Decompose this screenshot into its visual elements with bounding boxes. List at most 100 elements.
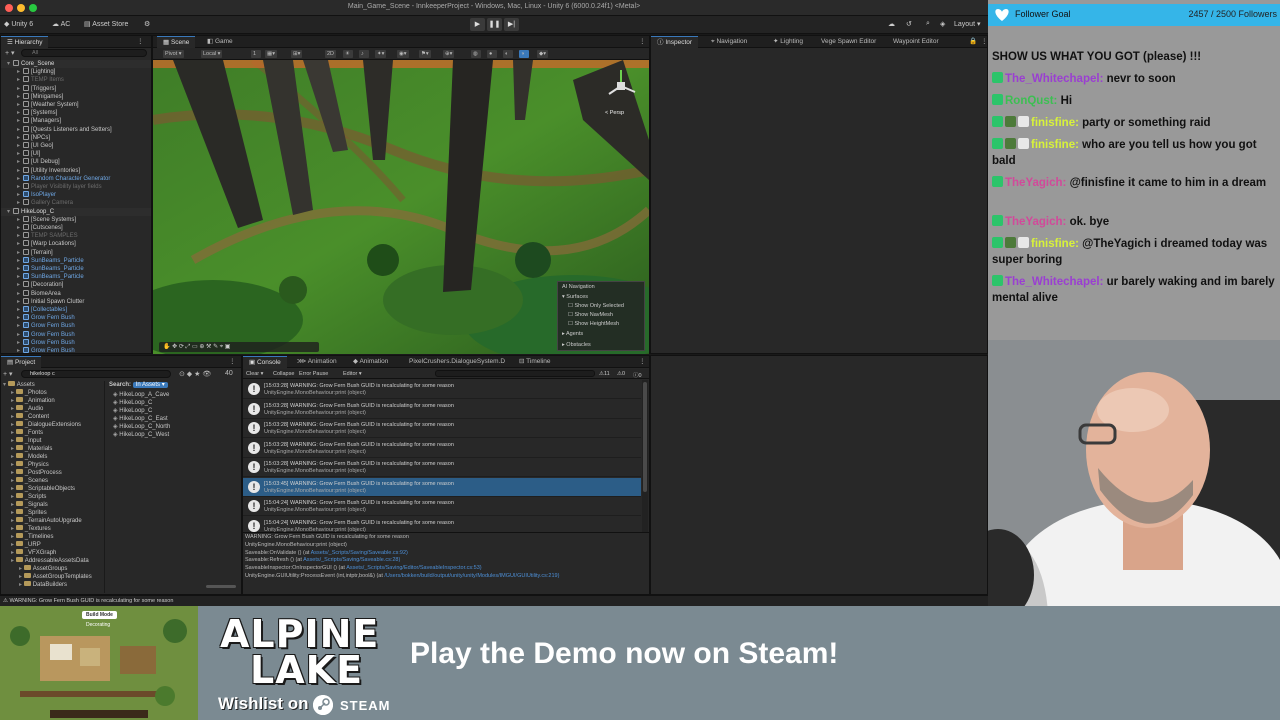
hierarchy-item[interactable]: ▸ TEMP Items — [1, 76, 151, 84]
project-folder[interactable]: ▸ _PostProcess — [3, 469, 101, 477]
collapse-button[interactable]: Collapse — [273, 371, 294, 377]
project-folder[interactable]: ▸ _Content — [3, 413, 101, 421]
hierarchy-item[interactable]: ▸ IsoPlayer — [1, 191, 151, 199]
stacktrace-link[interactable]: /Users/bokken/build/output/unity/unity/M… — [384, 573, 559, 579]
hierarchy-item[interactable]: ▸ Initial Spawn Clutter — [1, 297, 151, 306]
camera-settings-icon[interactable]: ⚑▾ — [419, 50, 431, 58]
hierarchy-item[interactable]: ▸ Grow Fern Bush — [1, 322, 151, 330]
ac-button[interactable]: ☁ AC — [52, 20, 70, 28]
expand-arrow-icon[interactable]: ▸ — [11, 406, 16, 412]
tab-vege-spawn-editor[interactable]: Vege Spawn Editor — [815, 36, 882, 48]
project-search-input[interactable] — [21, 370, 171, 378]
project-folder[interactable]: ▸ AssetGroupTemplates — [3, 573, 101, 581]
hierarchy-item[interactable]: ▸ [Utility Inventories] — [1, 166, 151, 175]
error-pause-button[interactable]: Error Pause — [299, 371, 328, 377]
zoom-slider[interactable] — [206, 585, 236, 588]
search-scope-button[interactable]: In Assets ▾ — [132, 382, 168, 388]
expand-arrow-icon[interactable]: ▸ — [11, 486, 16, 492]
info-count-toggle[interactable]: ⓘ0 — [633, 371, 642, 379]
snap-icon[interactable]: ⊞▾ — [291, 50, 303, 58]
project-folder[interactable]: ▸ _Input — [3, 437, 101, 445]
scene-gizmo[interactable] — [601, 66, 641, 106]
project-folder[interactable]: ▸ _Scripts — [3, 493, 101, 501]
hierarchy-search-input[interactable] — [21, 49, 147, 57]
expand-arrow-icon[interactable]: ▸ — [11, 478, 16, 484]
expand-arrow-icon[interactable]: ▸ — [11, 518, 16, 524]
draw-mode-icon[interactable]: ◆▾ — [537, 50, 548, 58]
hierarchy-item[interactable]: ▸ Grow Fern Bush — [1, 338, 151, 347]
tab-waypoint-editor[interactable]: Waypoint Editor — [887, 36, 945, 48]
hidden-toggle-icon[interactable]: ◉▾ — [397, 50, 409, 58]
hierarchy-item[interactable]: ▸ Grow Fern Bush — [1, 347, 151, 353]
expand-arrow-icon[interactable]: ▸ — [11, 422, 16, 428]
transform-tools-icon[interactable]: ✋ ✥ ⟳ ⤢ ▭ ⊕ ⚒ ✎ ⌖ ▣ — [163, 343, 230, 351]
hierarchy-item[interactable]: ▾ Core_Scene — [1, 60, 151, 68]
project-folder[interactable]: ▸ DataBuilders — [3, 581, 101, 589]
console-search-input[interactable] — [435, 370, 595, 377]
nav-show-only-selected[interactable]: ☐ Show Only Selected — [568, 303, 624, 309]
clear-button[interactable]: Clear ▾ — [246, 371, 263, 377]
filter-icons[interactable]: ⊙ ◆ ★ 👁 — [179, 370, 211, 378]
editor-dropdown[interactable]: Editor ▾ — [343, 371, 362, 377]
play-button[interactable]: ▶ — [470, 18, 485, 31]
hierarchy-item[interactable]: ▸ [Lighting] — [1, 68, 151, 76]
expand-arrow-icon[interactable]: ▸ — [11, 438, 16, 444]
grid-snap-button[interactable]: 1 — [251, 50, 261, 58]
expand-arrow-icon[interactable]: ▸ — [11, 430, 16, 436]
hierarchy-item[interactable]: ▸ TEMP SAMPLES — [1, 232, 151, 240]
expand-arrow-icon[interactable]: ▸ — [11, 558, 16, 564]
warning-count-toggle[interactable]: ⚠11 — [599, 371, 610, 377]
hierarchy-item[interactable]: ▸ [Systems] — [1, 109, 151, 117]
project-folder[interactable]: ▸ _Fonts — [3, 429, 101, 437]
hierarchy-item[interactable]: ▸ Random Character Generator — [1, 174, 151, 183]
shading-wire-icon[interactable]: ◍ — [471, 50, 481, 58]
expand-arrow-icon[interactable]: ▾ — [3, 382, 8, 388]
add-icon[interactable]: + ▾ — [5, 49, 15, 57]
stacktrace-link[interactable]: Assets/_Scripts/Saving/Saveable.cs:28) — [303, 557, 400, 563]
settings-gear-icon[interactable]: ⚙ — [144, 20, 150, 28]
hierarchy-item[interactable]: ▸ Grow Fern Bush — [1, 314, 151, 322]
project-folder[interactable]: ▸ _Timelines — [3, 533, 101, 541]
panel-menu-icon[interactable]: ⋮ — [131, 36, 150, 48]
effects-toggle-icon[interactable]: ✦▾ — [375, 50, 387, 58]
hierarchy-item[interactable]: ▸ [Terrain] — [1, 248, 151, 257]
tab-navigation[interactable]: ⌖ Navigation — [705, 36, 753, 48]
console-log-row[interactable]: ! [15:03:28] WARNING: Grow Fern Bush GUID… — [243, 380, 641, 399]
nav-agents-toggle[interactable]: ▸ Agents — [562, 331, 583, 337]
unity-account-button[interactable]: ◆ Unity 6 — [4, 20, 33, 28]
step-button[interactable]: ▶| — [504, 18, 519, 31]
tab-inspector[interactable]: ⓘ Inspector — [651, 36, 699, 48]
scrollbar-thumb[interactable] — [643, 382, 647, 492]
shading-lit-icon[interactable]: ◑ — [519, 50, 529, 58]
console-log-row[interactable]: ! [15:03:28] WARNING: Grow Fern Bush GUID… — [243, 419, 641, 438]
project-result-item[interactable]: ◈ HikeLoop_C — [113, 407, 238, 415]
hierarchy-item[interactable]: ▸ [Decoration] — [1, 281, 151, 289]
layers-icon[interactable]: ◈ — [940, 20, 945, 28]
hierarchy-item[interactable]: ▸ [UI Geo] — [1, 142, 151, 150]
hierarchy-item[interactable]: ▸ [Managers] — [1, 117, 151, 125]
tab-dialogue-system[interactable]: PixelCrushers.DialogueSystem.D — [403, 356, 511, 368]
project-folder[interactable]: ▸ _Audio — [3, 405, 101, 413]
project-folder[interactable]: ▸ _Scenes — [3, 477, 101, 485]
search-icon[interactable]: ⌕ — [926, 20, 930, 28]
project-result-item[interactable]: ◈ HikeLoop_A_Cave — [113, 391, 238, 399]
nav-show-heightmesh[interactable]: ☐ Show HeightMesh — [568, 321, 619, 327]
project-folder[interactable]: ▸ AddressableAssetsData — [3, 557, 101, 565]
project-folder[interactable]: ▸ _URP — [3, 541, 101, 549]
hierarchy-item[interactable]: ▸ Gallery Camera — [1, 199, 151, 207]
expand-arrow-icon[interactable]: ▸ — [11, 414, 16, 420]
expand-arrow-icon[interactable]: ▸ — [11, 510, 16, 516]
shading-shaded-icon[interactable]: ◐ — [503, 50, 513, 58]
nav-surfaces-toggle[interactable]: ▾ Surfaces — [562, 294, 588, 300]
expand-arrow-icon[interactable]: ▸ — [11, 446, 16, 452]
project-folder[interactable]: ▸ _Signals — [3, 501, 101, 509]
add-icon[interactable]: + ▾ — [3, 370, 13, 378]
hierarchy-item[interactable]: ▸ [UI] — [1, 150, 151, 158]
stacktrace-link[interactable]: Assets/_Scripts/Saving/Editor/SaveableIn… — [346, 565, 481, 571]
expand-arrow-icon[interactable]: ▸ — [19, 566, 24, 572]
scene-viewport[interactable]: < Persp AI Navigation ▾ Surfaces ☐ Show … — [153, 60, 649, 354]
console-log-row[interactable]: ! [15:03:45] WARNING: Grow Fern Bush GUID… — [243, 477, 641, 497]
tab-hierarchy[interactable]: ☰ Hierarchy — [1, 36, 49, 48]
project-folder[interactable]: ▸ _Sprites — [3, 509, 101, 517]
tab-scene[interactable]: ▦ Scene — [157, 36, 196, 48]
